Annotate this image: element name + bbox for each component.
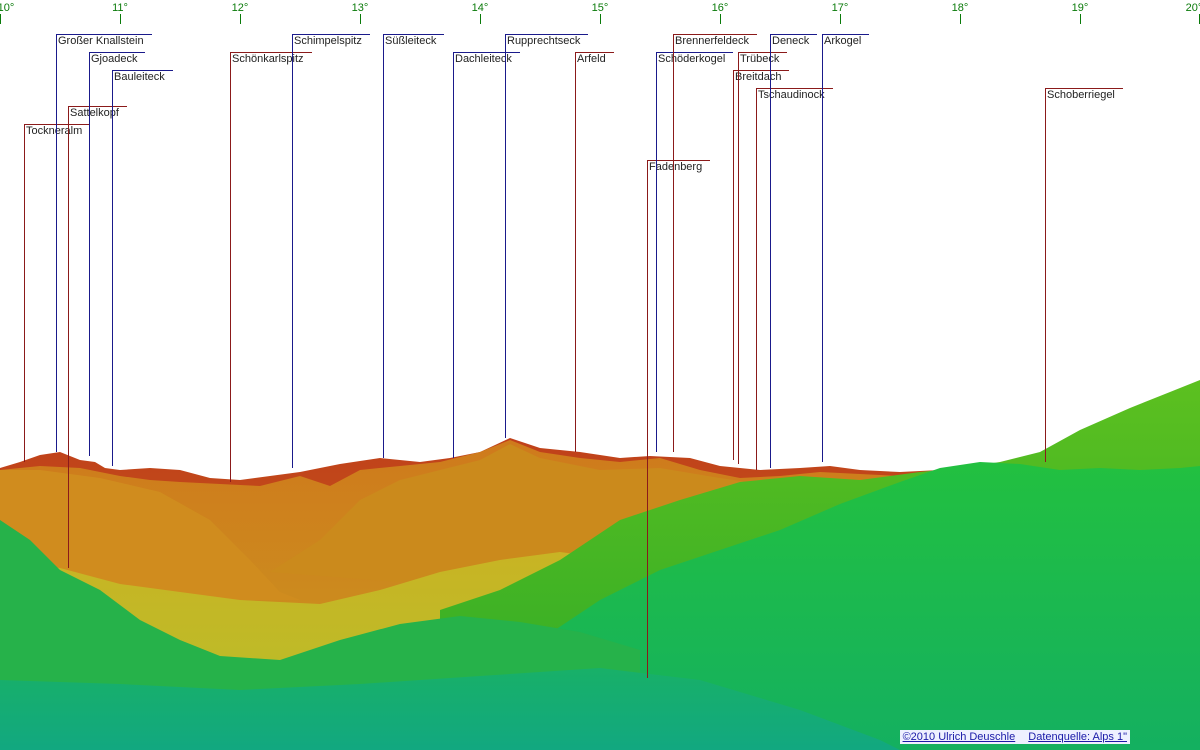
degree-tick bbox=[240, 14, 241, 24]
peak-label: Arkogel bbox=[822, 34, 870, 47]
peak-line bbox=[575, 52, 576, 452]
degree-label: 19° bbox=[1071, 2, 1089, 14]
peak-line bbox=[24, 124, 25, 462]
peak-label: Deneck bbox=[770, 34, 818, 47]
degree-label: 11° bbox=[112, 2, 128, 14]
peak-label: Sattelkopf bbox=[68, 106, 127, 119]
peak-line bbox=[453, 52, 454, 458]
peak-line bbox=[656, 52, 657, 452]
peak-label: Trübeck bbox=[738, 52, 788, 65]
degree-label: 16° bbox=[711, 2, 729, 14]
peak-line bbox=[68, 106, 69, 568]
degree-label: 17° bbox=[831, 2, 849, 14]
degree-tick bbox=[120, 14, 121, 24]
author-link[interactable]: ©2010 Ulrich Deuschle bbox=[903, 731, 1016, 743]
degree-label: 15° bbox=[591, 2, 609, 14]
peak-line bbox=[292, 34, 293, 468]
peak-line bbox=[89, 52, 90, 456]
peak-line bbox=[112, 70, 113, 466]
peak-line bbox=[56, 34, 57, 452]
peak-label: Tockneralm bbox=[24, 124, 91, 137]
peak-label: Breitdach bbox=[733, 70, 790, 83]
peak-label: Dachleiteck bbox=[453, 52, 520, 65]
peak-line bbox=[770, 34, 771, 468]
peak-line bbox=[383, 34, 384, 458]
degree-label: 14° bbox=[471, 2, 489, 14]
peak-label: Gjoadeck bbox=[89, 52, 146, 65]
degree-label: 10° bbox=[0, 2, 15, 14]
peak-line bbox=[230, 52, 231, 482]
peak-line bbox=[1045, 88, 1046, 462]
peak-line bbox=[673, 34, 674, 452]
degree-tick bbox=[840, 14, 841, 24]
peak-label: Schoberriegel bbox=[1045, 88, 1123, 101]
degree-tick bbox=[960, 14, 961, 24]
degree-tick bbox=[0, 14, 1, 24]
peak-line bbox=[505, 34, 506, 438]
peak-line bbox=[733, 70, 734, 460]
peak-label: Süßleiteck bbox=[383, 34, 445, 47]
degree-label: 12° bbox=[231, 2, 249, 14]
peak-label: Bauleiteck bbox=[112, 70, 173, 83]
credits: ©2010 Ulrich Deuschle Datenquelle: Alps … bbox=[899, 730, 1130, 744]
peak-label: Brennerfeldeck bbox=[673, 34, 757, 47]
peak-line bbox=[647, 160, 648, 678]
degree-tick bbox=[720, 14, 721, 24]
degree-label: 20° bbox=[1185, 2, 1200, 14]
peak-label: Arfeld bbox=[575, 52, 614, 65]
peak-line bbox=[738, 52, 739, 464]
degree-tick bbox=[480, 14, 481, 24]
peak-label: Rupprechtseck bbox=[505, 34, 589, 47]
peak-label: Schöderkogel bbox=[656, 52, 734, 65]
peak-label: Großer Knallstein bbox=[56, 34, 152, 47]
panorama-view: 10° 11° 12° 13° 14° 15° 16° 17° 18° 19° 20° Tockne… bbox=[0, 0, 1200, 750]
peak-label: Schimpelspitz bbox=[292, 34, 370, 47]
degree-label: 18° bbox=[951, 2, 969, 14]
peak-line bbox=[822, 34, 823, 462]
peak-label: Schönkarlspitz bbox=[230, 52, 312, 65]
degree-tick bbox=[1080, 14, 1081, 24]
data-source-link[interactable]: Datenquelle: Alps 1" bbox=[1028, 731, 1127, 743]
degree-label: 13° bbox=[351, 2, 369, 14]
degree-tick bbox=[360, 14, 361, 24]
peak-line bbox=[756, 88, 757, 470]
degree-tick bbox=[600, 14, 601, 24]
terrain-render bbox=[0, 380, 1200, 750]
